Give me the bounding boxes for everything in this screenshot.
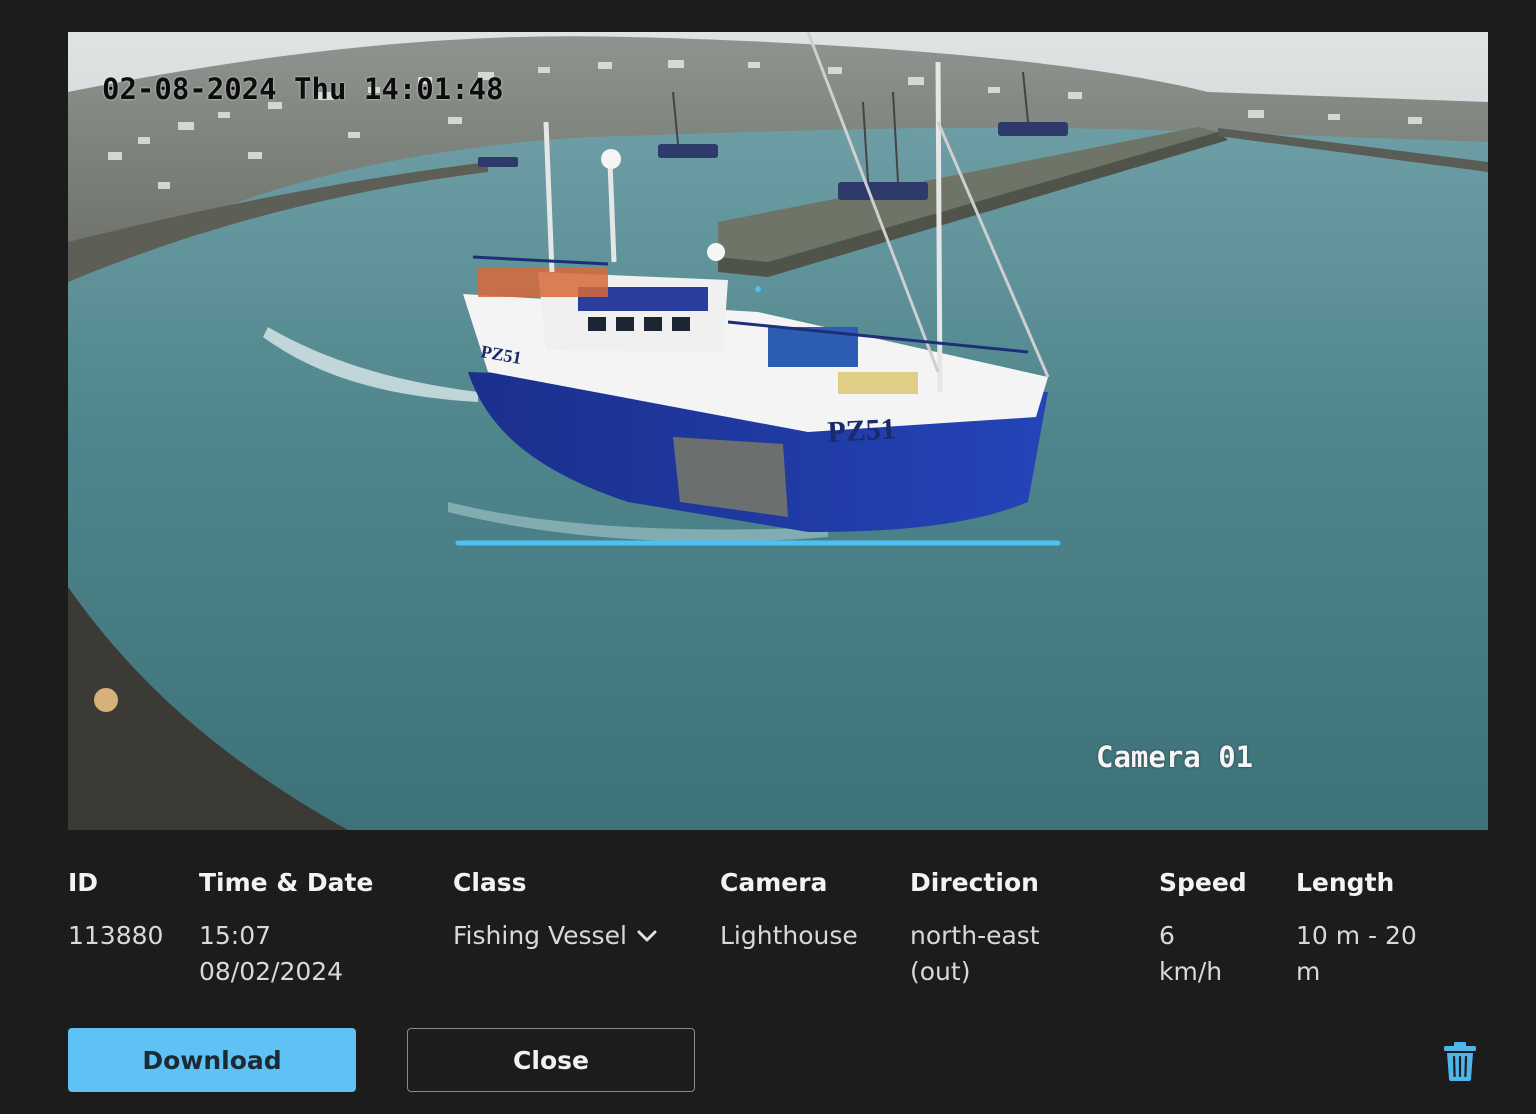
detail-value-line: north-east <box>910 921 1040 950</box>
detail-value-line: km/h <box>1159 957 1223 986</box>
detail-header: ID <box>68 868 99 897</box>
detail-value: Lighthouse <box>720 918 858 954</box>
detail-value: 113880 <box>68 918 163 954</box>
detail-value-line: (out) <box>910 957 971 986</box>
detail-class: Class Fishing Vessel <box>453 866 657 954</box>
detail-time-date: Time & Date 15:07 08/02/2024 <box>199 866 373 990</box>
hull-registration: PZ51 <box>827 412 897 449</box>
detail-value-line: 6 <box>1159 921 1175 950</box>
trash-icon[interactable] <box>1441 1040 1479 1082</box>
detail-value: north-east (out) <box>910 918 1040 990</box>
detail-value: Fishing Vessel <box>453 918 657 954</box>
detail-direction: Direction north-east (out) <box>910 866 1040 990</box>
camera-snapshot: PZ51 PZ51 02-08-2024 Thu 14:01:48 Camera… <box>68 32 1488 830</box>
detail-camera: Camera Lighthouse <box>720 866 858 954</box>
detail-id: ID 113880 <box>68 866 163 954</box>
chevron-down-icon <box>637 929 657 943</box>
detail-value-line: 10 m - 20 <box>1296 921 1417 950</box>
detail-header: Speed <box>1159 868 1247 897</box>
harbour-scene-image: PZ51 PZ51 <box>68 32 1488 830</box>
detail-length: Length 10 m - 20 m <box>1296 866 1417 990</box>
detail-speed: Speed 6 km/h <box>1159 866 1247 990</box>
detail-header: Class <box>453 868 527 897</box>
class-dropdown[interactable]: Fishing Vessel <box>453 918 657 954</box>
detail-value-line: m <box>1296 957 1321 986</box>
detail-value: 15:07 08/02/2024 <box>199 918 373 990</box>
detail-header: Time & Date <box>199 868 374 897</box>
detail-value-line: Lighthouse <box>720 921 858 950</box>
detail-header: Length <box>1296 868 1395 897</box>
camera-overlay: Camera 01 <box>1096 740 1254 774</box>
detail-value: 10 m - 20 m <box>1296 918 1417 990</box>
detail-header: Direction <box>910 868 1039 897</box>
detail-value-line: 08/02/2024 <box>199 957 344 986</box>
class-dropdown-value: Fishing Vessel <box>453 921 627 950</box>
detail-value: 6 km/h <box>1159 918 1247 990</box>
detail-header: Camera <box>720 868 828 897</box>
detection-details: ID 113880 Time & Date 15:07 08/02/2024 C… <box>0 866 1536 996</box>
timestamp-overlay: 02-08-2024 Thu 14:01:48 <box>102 72 504 106</box>
detail-value-line: 15:07 <box>199 921 272 950</box>
download-button[interactable]: Download <box>68 1028 356 1092</box>
detail-value-line: 113880 <box>68 921 164 950</box>
close-button[interactable]: Close <box>407 1028 695 1092</box>
